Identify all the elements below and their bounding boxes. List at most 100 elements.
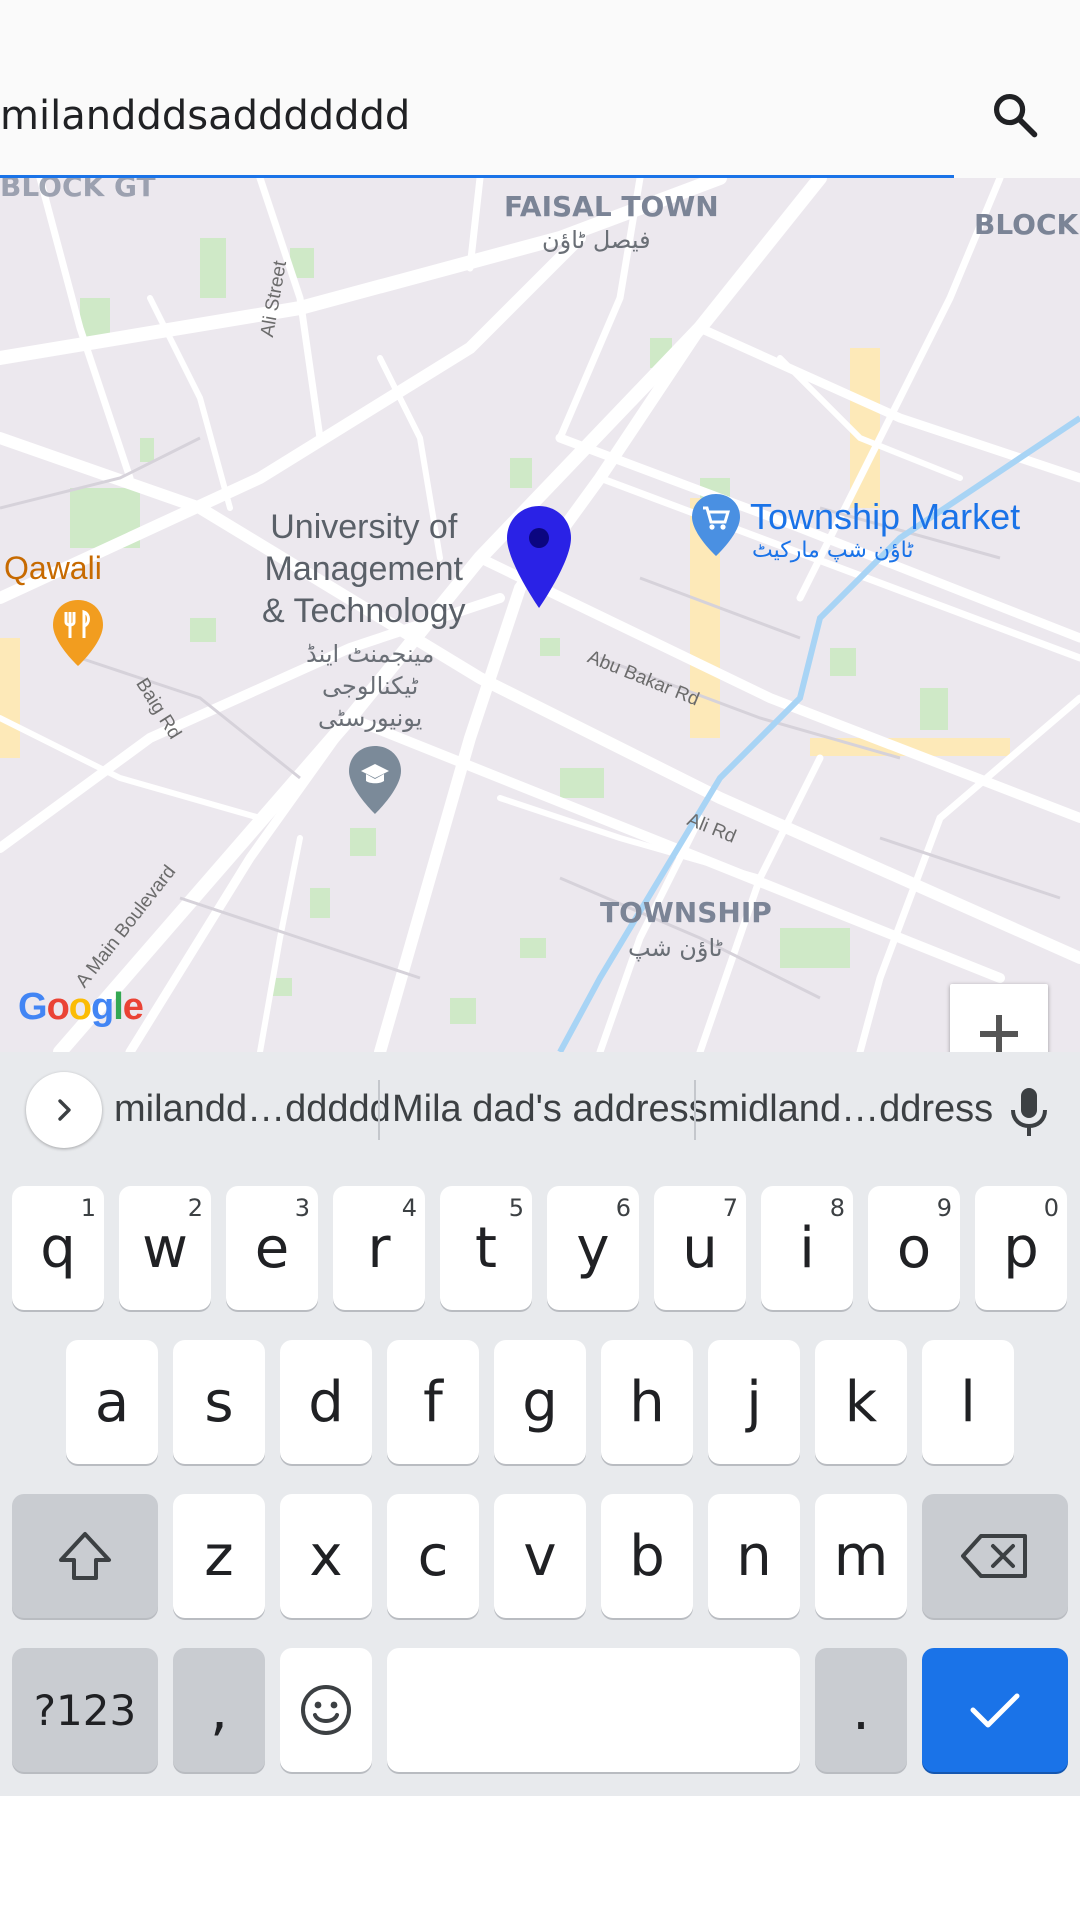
key-a[interactable]: a: [66, 1340, 158, 1464]
key-w-hint: 2: [187, 1194, 203, 1222]
backspace-icon: [961, 1534, 1027, 1578]
google-logo: Google: [18, 986, 144, 1029]
key-t-hint: 5: [508, 1194, 524, 1222]
map-view[interactable]: FAISAL TOWN فیصل ٹاؤن BLOCK GT BLOCK TOW…: [0, 178, 1080, 1052]
symbols-key[interactable]: ?123: [12, 1648, 158, 1772]
key-j[interactable]: j: [708, 1340, 800, 1464]
key-u-hint: 7: [722, 1194, 738, 1222]
key-i-label: i: [799, 1215, 815, 1281]
key-i[interactable]: i8: [761, 1186, 853, 1310]
key-t-label: t: [475, 1215, 497, 1281]
shift-key[interactable]: [12, 1494, 158, 1618]
key-w[interactable]: w2: [119, 1186, 211, 1310]
shopping-cart-marker-icon[interactable]: [690, 492, 742, 558]
area-label-faisal-town: FAISAL TOWN: [504, 190, 719, 223]
comma-key[interactable]: ,: [173, 1648, 265, 1772]
key-h[interactable]: h: [601, 1340, 693, 1464]
google-logo-letter: e: [122, 986, 144, 1028]
key-e[interactable]: e3: [226, 1186, 318, 1310]
search-input[interactable]: [0, 86, 952, 146]
area-label-faisal-town-urdu: فیصل ٹاؤن: [542, 226, 651, 254]
plus-icon: [980, 1014, 1018, 1052]
google-logo-letter: o: [46, 986, 70, 1028]
poi-umt-line3: & Technology: [262, 592, 466, 630]
key-g[interactable]: g: [494, 1340, 586, 1464]
poi-umt-urdu: مینجمنٹ اینڈ ٹیکنالوجی یونیورسٹی: [306, 638, 434, 734]
area-label-township: TOWNSHIP: [600, 896, 772, 929]
poi-umt-urdu-line2: ٹیکنالوجی: [322, 672, 419, 700]
space-key[interactable]: [387, 1648, 800, 1772]
key-r-label: r: [367, 1215, 391, 1281]
location-pin-icon[interactable]: [504, 504, 574, 614]
expand-suggestions-button[interactable]: [26, 1072, 102, 1148]
key-w-label: w: [142, 1215, 188, 1281]
key-n[interactable]: n: [708, 1494, 800, 1618]
key-u[interactable]: u7: [654, 1186, 746, 1310]
suggestion-2[interactable]: Mila dad's address: [392, 1082, 708, 1136]
key-o-hint: 9: [936, 1194, 952, 1222]
key-p-hint: 0: [1043, 1194, 1059, 1222]
google-logo-letter: l: [113, 986, 124, 1028]
poi-umt-line1: University of: [270, 508, 458, 546]
poi-township-market[interactable]: Township Market: [750, 496, 1020, 538]
google-logo-letter: o: [68, 986, 92, 1028]
poi-umt[interactable]: University of Management & Technology: [262, 506, 466, 632]
key-u-label: u: [682, 1215, 718, 1281]
key-f[interactable]: f: [387, 1340, 479, 1464]
key-d[interactable]: d: [280, 1340, 372, 1464]
area-label-block: BLOCK: [974, 208, 1079, 241]
done-key[interactable]: [922, 1648, 1068, 1772]
key-t[interactable]: t5: [440, 1186, 532, 1310]
voice-input-button[interactable]: [994, 1080, 1064, 1144]
zoom-in-button[interactable]: [950, 984, 1048, 1052]
key-q[interactable]: q1: [12, 1186, 104, 1310]
google-logo-letter: G: [18, 986, 48, 1028]
map-tiles: [0, 178, 1080, 1052]
key-p-label: p: [1003, 1215, 1039, 1281]
zoom-controls: [950, 984, 1048, 1052]
suggestion-strip: milandd…ddddd Mila dad's address midland…: [0, 1052, 1080, 1167]
key-l[interactable]: l: [922, 1340, 1014, 1464]
key-x[interactable]: x: [280, 1494, 372, 1618]
key-s[interactable]: s: [173, 1340, 265, 1464]
key-q-label: q: [40, 1215, 76, 1281]
key-o[interactable]: o9: [868, 1186, 960, 1310]
emoji-key[interactable]: [280, 1648, 372, 1772]
suggestion-1[interactable]: milandd…ddddd: [114, 1082, 391, 1136]
key-k[interactable]: k: [815, 1340, 907, 1464]
suggestion-divider: [694, 1080, 696, 1140]
poi-umt-urdu-line3: یونیورسٹی: [318, 704, 423, 732]
poi-qawali[interactable]: Qawali: [4, 550, 102, 587]
poi-umt-urdu-line1: مینجمنٹ اینڈ: [306, 640, 435, 668]
key-p[interactable]: p0: [975, 1186, 1067, 1310]
suggestion-3[interactable]: midland…ddress: [708, 1082, 993, 1136]
key-y-hint: 6: [615, 1194, 631, 1222]
search-button[interactable]: [980, 80, 1050, 150]
poi-umt-line2: Management: [264, 550, 463, 588]
key-z[interactable]: z: [173, 1494, 265, 1618]
key-v[interactable]: v: [494, 1494, 586, 1618]
key-c[interactable]: c: [387, 1494, 479, 1618]
key-i-hint: 8: [829, 1194, 845, 1222]
area-label-block-gt: BLOCK GT: [0, 178, 156, 203]
shift-icon: [59, 1532, 111, 1580]
area-label-township-urdu: ٹاؤن شپ: [628, 934, 723, 962]
key-m[interactable]: m: [815, 1494, 907, 1618]
key-e-hint: 3: [294, 1194, 310, 1222]
key-y-label: y: [576, 1215, 610, 1281]
key-o-label: o: [896, 1215, 932, 1281]
key-y[interactable]: y6: [547, 1186, 639, 1310]
microphone-icon: [1011, 1088, 1047, 1136]
backspace-key[interactable]: [922, 1494, 1068, 1618]
navigation-area: [0, 1796, 1080, 1920]
restaurant-marker-icon[interactable]: [50, 598, 106, 668]
school-marker-icon[interactable]: [346, 744, 404, 816]
key-b[interactable]: b: [601, 1494, 693, 1618]
soft-keyboard: milandd…ddddd Mila dad's address midland…: [0, 1052, 1080, 1796]
search-bar: [0, 0, 1080, 178]
key-q-hint: 1: [80, 1194, 96, 1222]
period-key[interactable]: .: [815, 1648, 907, 1772]
key-r[interactable]: r4: [333, 1186, 425, 1310]
chevron-right-icon: [58, 1099, 71, 1121]
key-r-hint: 4: [401, 1194, 417, 1222]
